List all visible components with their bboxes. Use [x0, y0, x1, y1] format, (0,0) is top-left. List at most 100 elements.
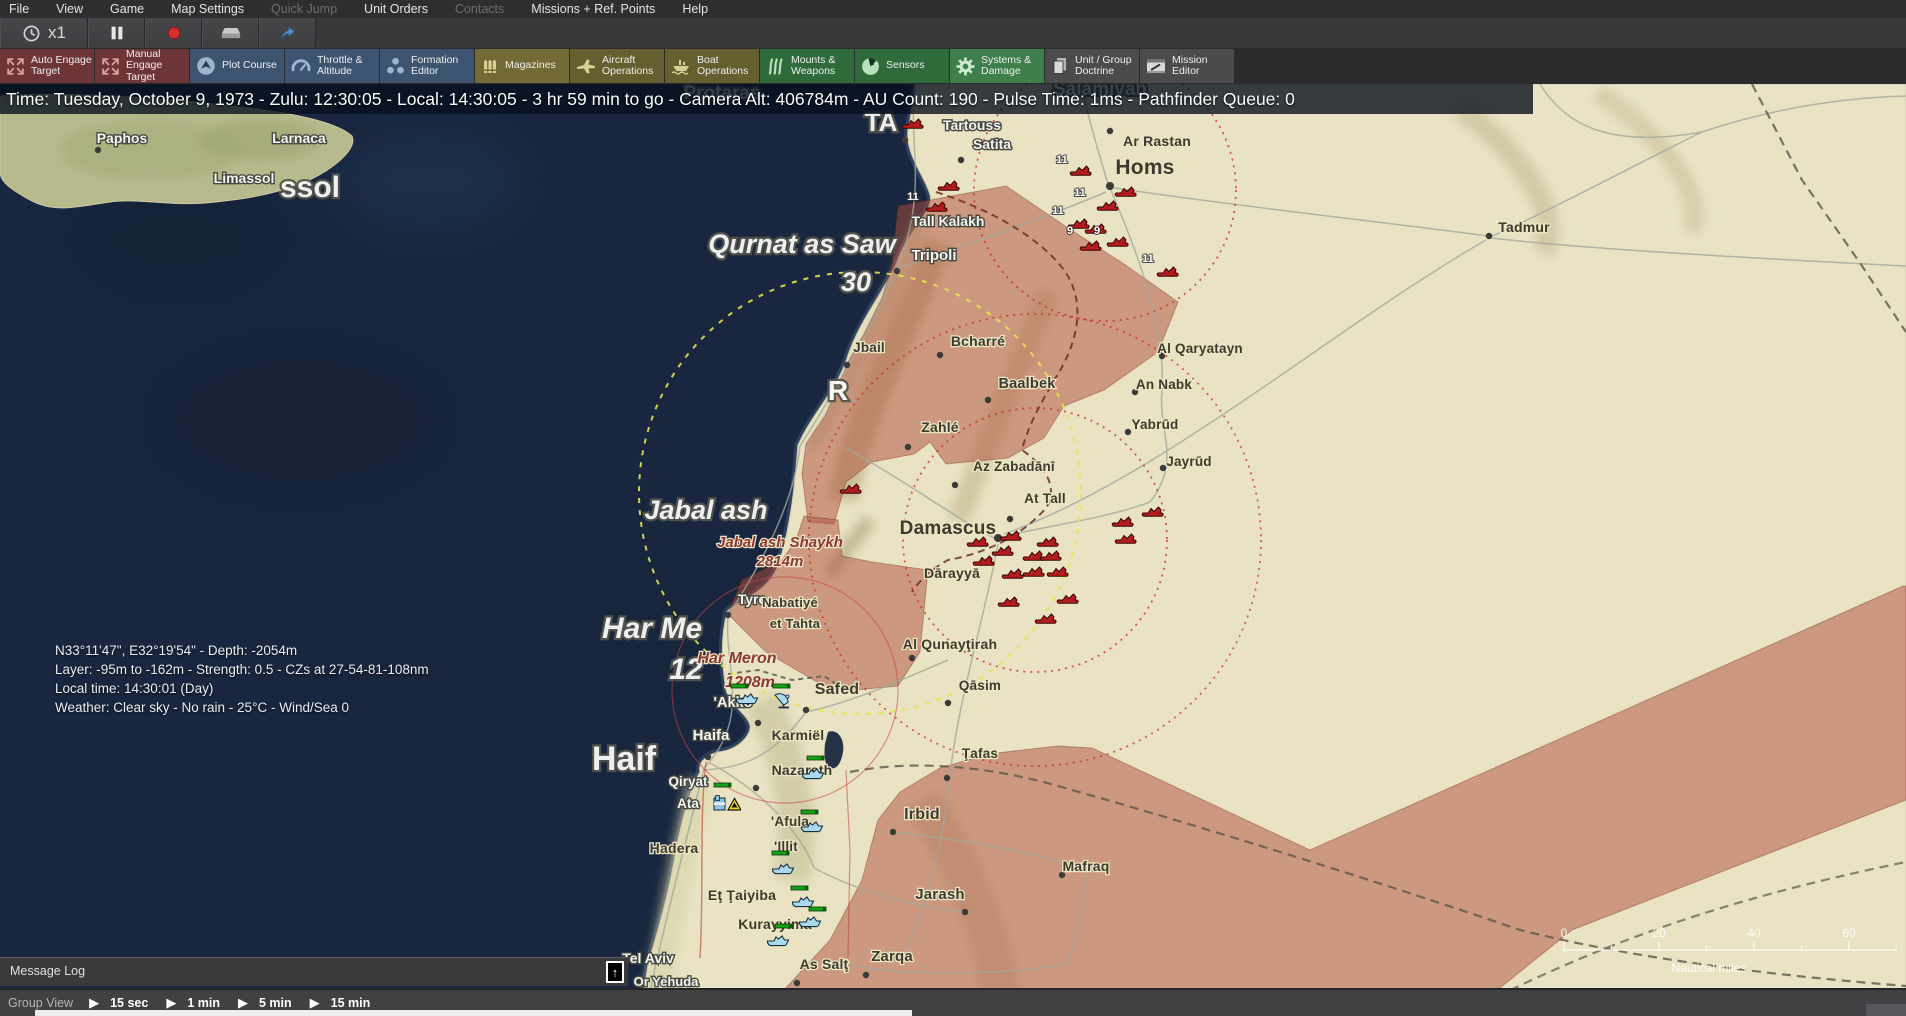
city-dot: [803, 707, 809, 713]
city-dot: [705, 754, 711, 760]
play-triangle-icon: ▶: [310, 995, 320, 1011]
ribbon-btn-label: Unit / GroupDoctrine: [1075, 55, 1132, 78]
expand-log-button[interactable]: ↑: [606, 961, 624, 983]
play-triangle-icon: ▶: [89, 995, 99, 1011]
city-label-e-aiyiba: Eţ Ţaiyiba: [708, 887, 776, 903]
info-line-1: N33°11'47", E32°19'54" - Depth: -2054m: [55, 641, 429, 660]
ribbon-btn-sensors[interactable]: Sensors: [855, 49, 949, 83]
city-label-afas: Ţafas: [962, 746, 998, 761]
city-label-qiryat: Qiryat: [668, 774, 708, 789]
city-label-larnaca: Larnaca: [272, 130, 326, 146]
city-label-al-qaryatayn: Al Qaryatayn: [1157, 341, 1243, 356]
ribbon-btn-label: BoatOperations: [697, 55, 748, 78]
ribbon-btn-label: Plot Course: [222, 60, 277, 72]
ribbon-btn-mission-editor[interactable]: MissionEditor: [1140, 49, 1234, 83]
menu-item-view[interactable]: View: [56, 2, 83, 16]
city-label-al-qunay-irah: Al Qunayţirah: [903, 636, 997, 652]
ribbon-btn-throttle-altitude[interactable]: Throttle &Altitude: [285, 49, 379, 83]
city-dot: [909, 655, 915, 661]
region-label-haif: Haif: [592, 740, 657, 778]
ribbon-btn-mounts-weapons[interactable]: Mounts &Weapons: [760, 49, 854, 83]
record-button[interactable]: [145, 18, 202, 48]
ribbon-btn-unit-group-doctrine[interactable]: Unit / GroupDoctrine: [1045, 49, 1139, 83]
menu-item-unit-orders[interactable]: Unit Orders: [364, 2, 428, 16]
systems-icon: [955, 56, 976, 77]
scale-tick-label: 40: [1747, 926, 1761, 940]
ribbon-btn-label: ManualEngage Target: [126, 49, 189, 84]
city-label-et-tahta: et Tahta: [770, 616, 821, 631]
time-step-label: 15 sec: [110, 996, 148, 1010]
ribbon-btn-label: AircraftOperations: [602, 55, 653, 78]
menu-item-map-settings[interactable]: Map Settings: [171, 2, 244, 16]
time-step-1-min[interactable]: ▶1 min: [166, 995, 220, 1011]
time-step-15-min[interactable]: ▶15 min: [310, 995, 371, 1011]
message-log-bar[interactable]: Message Log ↑: [0, 957, 628, 988]
city-label-q-sim: Qāsim: [959, 678, 1001, 693]
ribbon-btn-label: Throttle &Altitude: [317, 55, 363, 78]
menu-item-help[interactable]: Help: [682, 2, 708, 16]
time-step-5-min[interactable]: ▶5 min: [238, 995, 292, 1011]
city-label-tel-aviv: Tel Aviv: [622, 950, 674, 966]
city-dot: [902, 137, 908, 143]
ribbon-btn-label: FormationEditor: [411, 55, 458, 78]
time-step-15-sec[interactable]: ▶ 15 sec: [89, 995, 148, 1011]
city-label-hadera: Hadera: [650, 840, 699, 856]
boat-icon: [670, 56, 692, 76]
record-icon: [165, 24, 183, 42]
recorder-button[interactable]: [202, 18, 259, 48]
ribbon-btn-magazines[interactable]: Magazines: [475, 49, 569, 83]
city-label-jayr-d: Jayrūd: [1166, 454, 1211, 469]
city-dot: [844, 362, 850, 368]
city-dot: [1125, 429, 1131, 435]
throttle-icon: [290, 55, 312, 77]
pause-button[interactable]: [88, 18, 145, 48]
resize-grip[interactable]: [1866, 1004, 1906, 1016]
menu-item-file[interactable]: File: [9, 2, 29, 16]
ribbon-btn-label: MissionEditor: [1172, 55, 1208, 78]
map-canvas[interactable]: PaphosLimassolLarnacaTartoussSatitaAr Ra…: [0, 0, 1906, 1016]
city-label-tall-kalakh: Tall Kalakh: [912, 213, 985, 229]
aircraft-icon: [575, 56, 597, 76]
unit-count-label: 9: [1094, 225, 1100, 237]
menu-item-quick-jump: Quick Jump: [271, 2, 337, 16]
ribbon-btn-systems-damage[interactable]: Systems &Damage: [950, 49, 1044, 83]
ribbon-btn-auto-engage-target[interactable]: Auto EngageTarget: [0, 49, 94, 83]
city-dot: [945, 700, 951, 706]
city-dot: [937, 352, 943, 358]
city-dot: [962, 909, 968, 915]
ribbon-btn-plot-course[interactable]: Plot Course: [190, 49, 284, 83]
ribbon-btn-formation-editor[interactable]: FormationEditor: [380, 49, 474, 83]
info-line-4: Weather: Clear sky - No rain - 25°C - Wi…: [55, 698, 429, 717]
ribbon-btn-boat-operations[interactable]: BoatOperations: [665, 49, 759, 83]
ribbon-toolbar: Auto EngageTarget ManualEngage Target Plot…: [0, 48, 1906, 84]
region-label-jabal-ash: Jabal ash: [644, 495, 767, 525]
menu-item-missions-ref-points[interactable]: Missions + Ref. Points: [531, 2, 655, 16]
city-dot: [985, 397, 991, 403]
time-step-label: 5 min: [259, 996, 292, 1010]
replay-icon: [220, 24, 242, 43]
menu-item-game[interactable]: Game: [110, 2, 144, 16]
time-compression-button[interactable]: x1: [0, 18, 88, 48]
city-dot: [1160, 465, 1166, 471]
formation-icon: [385, 56, 406, 77]
scale-tick-label: 0: [1561, 926, 1568, 940]
city-dot: [863, 972, 869, 978]
plot-course-icon: [195, 55, 217, 77]
city-dot: [755, 720, 761, 726]
jump-to-button[interactable]: [259, 18, 316, 48]
unit-count-label: 11: [1056, 154, 1068, 166]
city-label-tripoli: Tripoli: [912, 247, 957, 264]
city-label-or-yehuda: Or Yehuda: [634, 974, 700, 989]
time-step-label: 1 min: [187, 996, 220, 1010]
up-arrow-icon: ↑: [612, 965, 619, 980]
ribbon-btn-label: Systems &Damage: [981, 55, 1031, 78]
city-dot: [952, 482, 958, 488]
ribbon-btn-manual-engage-target[interactable]: ManualEngage Target: [95, 49, 189, 83]
city-dot: [1106, 182, 1114, 190]
ribbon-btn-aircraft-operations[interactable]: AircraftOperations: [570, 49, 664, 83]
info-line-2: Layer: -95m to -162m - Strength: 0.5 - C…: [55, 660, 429, 679]
city-label-haifa: Haifa: [693, 727, 730, 744]
message-log-title: Message Log: [10, 964, 85, 978]
unit-health-bar-tip: [745, 684, 748, 688]
bottom-progress-strip[interactable]: [35, 1010, 912, 1016]
